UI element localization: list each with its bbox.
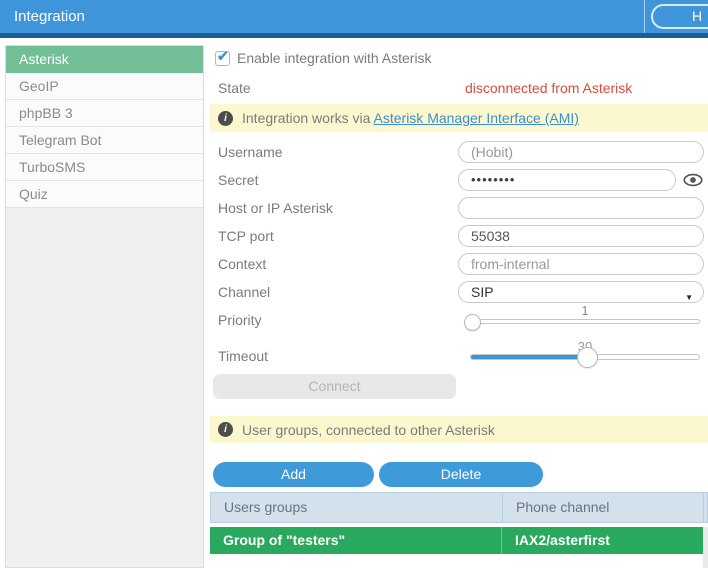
integration-settings-page: Integration H Asterisk GeoIP phpBB 3 Tel… [0, 0, 708, 568]
priority-slider-track[interactable] [470, 319, 700, 324]
info-icon: i [218, 111, 233, 126]
header-divider [644, 0, 645, 33]
priority-value: 1 [470, 303, 700, 318]
channel-selected-value: SIP [471, 284, 494, 300]
info-icon: i [218, 422, 233, 437]
header-bar: Integration H [0, 0, 708, 33]
delete-button[interactable]: Delete [379, 462, 543, 487]
column-header-users-groups: Users groups [211, 493, 502, 522]
enable-integration-label: Enable integration with Asterisk [237, 45, 432, 72]
ami-banner-text: Integration works via Asterisk Manager I… [242, 110, 579, 126]
host-input[interactable] [458, 197, 704, 219]
channel-label: Channel [218, 281, 270, 303]
groups-table-header: Users groups Phone channel [210, 492, 708, 523]
enable-integration-checkbox[interactable]: ✔ [215, 51, 230, 66]
username-input[interactable]: (Hobit) [458, 141, 704, 163]
ami-link[interactable]: Asterisk Manager Interface (AMI) [374, 110, 579, 126]
add-button[interactable]: Add [213, 462, 374, 487]
priority-label: Priority [218, 309, 262, 331]
priority-slider-handle[interactable] [464, 314, 481, 331]
sidebar-item-turbosms[interactable]: TurboSMS [6, 154, 203, 181]
header-accent-strip [0, 33, 708, 38]
connect-button[interactable]: Connect [213, 374, 456, 399]
page-title: Integration [14, 0, 85, 33]
sidebar-item-quiz[interactable]: Quiz [6, 181, 203, 208]
ami-info-banner: i Integration works via Asterisk Manager… [210, 104, 708, 132]
sidebar: Asterisk GeoIP phpBB 3 Telegram Bot Turb… [5, 45, 204, 568]
secret-input[interactable]: •••••••• [458, 169, 676, 191]
context-input[interactable]: from-internal [458, 253, 704, 275]
table-header-gutter [703, 493, 707, 522]
timeout-slider-handle[interactable] [577, 347, 598, 368]
cell-users-group: Group of "testers" [210, 527, 501, 554]
sidebar-item-phpbb3[interactable]: phpBB 3 [6, 100, 203, 127]
show-password-eye-icon[interactable] [683, 172, 703, 188]
state-value: disconnected from Asterisk [465, 75, 632, 102]
secret-label: Secret [218, 169, 258, 191]
sidebar-item-geoip[interactable]: GeoIP [6, 73, 203, 100]
channel-select[interactable]: SIP ▼ [458, 281, 704, 303]
state-label: State [218, 75, 251, 102]
tcp-port-label: TCP port [218, 225, 274, 247]
host-label: Host or IP Asterisk [218, 197, 333, 219]
sidebar-item-asterisk[interactable]: Asterisk [6, 46, 203, 73]
column-header-phone-channel: Phone channel [502, 493, 703, 522]
context-label: Context [218, 253, 266, 275]
timeout-label: Timeout [218, 345, 268, 367]
help-button[interactable]: H [651, 4, 708, 29]
table-row[interactable]: Group of "testers" IAX2/asterfirst [210, 527, 703, 554]
tcp-port-input[interactable]: 55038 [458, 225, 704, 247]
table-scrollbar-track [703, 527, 708, 568]
username-label: Username [218, 141, 283, 163]
sidebar-item-telegram-bot[interactable]: Telegram Bot [6, 127, 203, 154]
cell-phone-channel: IAX2/asterfirst [501, 527, 703, 554]
checkmark-icon: ✔ [217, 48, 229, 65]
groups-banner-text: User groups, connected to other Asterisk [242, 422, 495, 438]
groups-info-banner: i User groups, connected to other Asteri… [210, 416, 708, 443]
timeout-slider-fill [471, 355, 588, 359]
